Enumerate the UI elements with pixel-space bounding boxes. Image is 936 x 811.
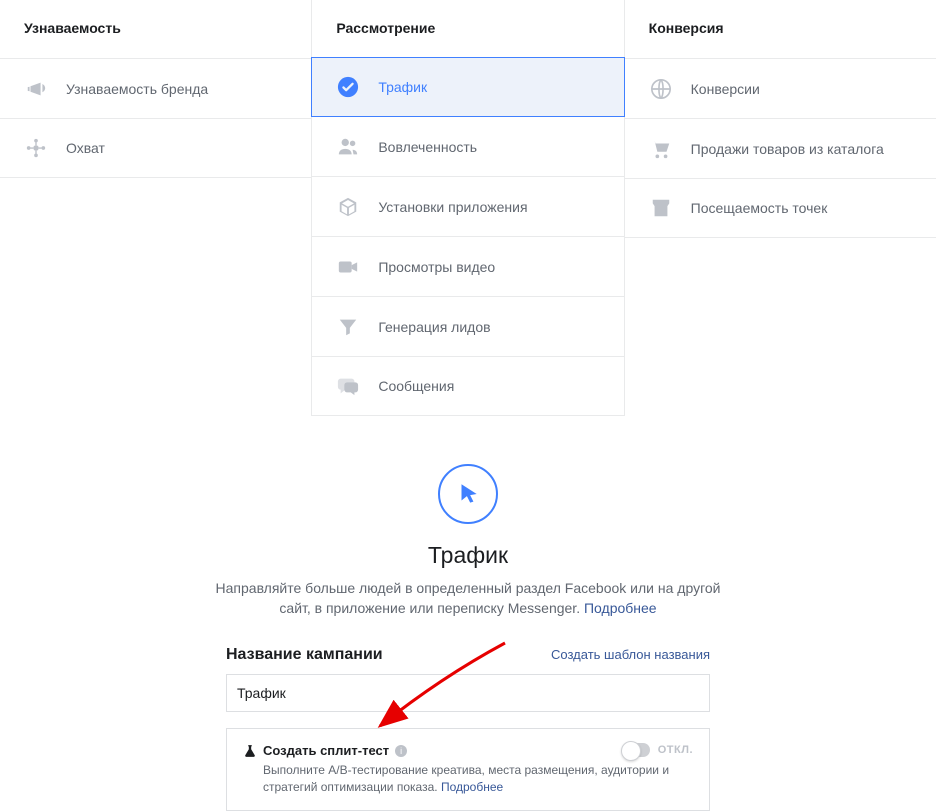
- objective-store-visits[interactable]: Посещаемость точек: [625, 178, 936, 238]
- people-icon: [336, 135, 360, 159]
- traffic-big-icon: [438, 464, 498, 524]
- flask-icon: [243, 744, 257, 758]
- objective-label: Генерация лидов: [378, 319, 490, 335]
- column-awareness: Узнаваемость Узнаваемость бренда Охват: [0, 0, 312, 416]
- objective-label: Сообщения: [378, 378, 454, 394]
- split-test-title: Создать сплит-тест: [263, 743, 389, 758]
- objective-conversions[interactable]: Конверсии: [625, 58, 936, 118]
- globe-icon: [649, 77, 673, 101]
- objective-label: Просмотры видео: [378, 259, 495, 275]
- video-icon: [336, 255, 360, 279]
- objective-label: Установки приложения: [378, 199, 527, 215]
- cursor-icon: [455, 481, 481, 507]
- info-icon[interactable]: i: [395, 745, 407, 757]
- split-test-toggle-wrap: ОТКЛ.: [622, 743, 693, 757]
- box-icon: [336, 195, 360, 219]
- column-conversion-header: Конверсия: [625, 0, 936, 58]
- split-test-learn-more-link[interactable]: Подробнее: [441, 780, 503, 794]
- objective-catalog-sales[interactable]: Продажи товаров из каталога: [625, 118, 936, 178]
- objective-traffic[interactable]: Трафик: [311, 57, 624, 117]
- form-header-row: Название кампании Создать шаблон названи…: [226, 646, 710, 664]
- objective-lead-generation[interactable]: Генерация лидов: [312, 296, 623, 356]
- check-circle-icon: [336, 75, 360, 99]
- details-title: Трафик: [20, 542, 916, 569]
- split-test-toggle[interactable]: [622, 743, 650, 757]
- objective-label: Трафик: [378, 79, 427, 95]
- store-icon: [649, 196, 673, 220]
- toggle-label: ОТКЛ.: [658, 744, 693, 756]
- campaign-name-input[interactable]: [226, 674, 710, 712]
- campaign-form: Название кампании Создать шаблон названи…: [226, 646, 710, 811]
- objective-label: Вовлеченность: [378, 139, 477, 155]
- objective-app-installs[interactable]: Установки приложения: [312, 176, 623, 236]
- objective-label: Конверсии: [691, 81, 760, 97]
- objective-video-views[interactable]: Просмотры видео: [312, 236, 623, 296]
- reach-icon: [24, 136, 48, 160]
- objective-details: Трафик Направляйте больше людей в опреде…: [0, 464, 936, 618]
- objective-label: Продажи товаров из каталога: [691, 141, 884, 157]
- megaphone-icon: [24, 77, 48, 101]
- objective-selector: Узнаваемость Узнаваемость бренда Охват Р…: [0, 0, 936, 416]
- objective-label: Посещаемость точек: [691, 200, 828, 216]
- column-consideration: Рассмотрение Трафик Вовлеченность Устано…: [312, 0, 624, 416]
- split-test-description: Выполните А/В-тестирование креатива, мес…: [243, 762, 693, 796]
- objective-engagement[interactable]: Вовлеченность: [312, 116, 623, 176]
- details-description: Направляйте больше людей в определенный …: [213, 579, 723, 618]
- learn-more-link[interactable]: Подробнее: [584, 600, 657, 616]
- column-awareness-header: Узнаваемость: [0, 0, 311, 58]
- campaign-name-label: Название кампании: [226, 646, 383, 664]
- objective-label: Охват: [66, 140, 105, 156]
- funnel-icon: [336, 315, 360, 339]
- objective-brand-awareness[interactable]: Узнаваемость бренда: [0, 58, 311, 118]
- split-test-box: Создать сплит-тест i Выполните А/В-тести…: [226, 728, 710, 811]
- objective-reach[interactable]: Охват: [0, 118, 311, 178]
- objective-messages[interactable]: Сообщения: [312, 356, 623, 416]
- column-consideration-header: Рассмотрение: [312, 0, 623, 58]
- cart-icon: [649, 137, 673, 161]
- objective-label: Узнаваемость бренда: [66, 81, 208, 97]
- chat-icon: [336, 374, 360, 398]
- create-name-template-link[interactable]: Создать шаблон названия: [551, 647, 710, 662]
- column-conversion: Конверсия Конверсии Продажи товаров из к…: [625, 0, 936, 416]
